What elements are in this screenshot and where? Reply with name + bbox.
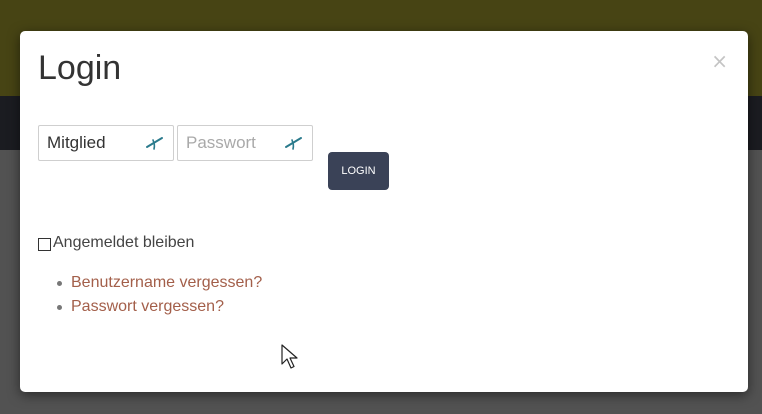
pen-icon — [285, 137, 302, 150]
remember-label: Angemeldet bleiben — [53, 234, 195, 251]
list-item: Benutzername vergessen? — [54, 271, 262, 295]
login-button[interactable]: LOGIN — [328, 152, 389, 190]
pen-icon — [146, 137, 163, 150]
list-item: Passwort vergessen? — [54, 295, 262, 319]
member-field[interactable] — [38, 125, 174, 161]
login-modal: Login × LOGIN Angemeldet bleiben Benutze… — [20, 31, 748, 392]
help-links: Benutzername vergessen? Passwort vergess… — [54, 271, 262, 319]
member-input[interactable] — [39, 126, 147, 160]
mouse-cursor-icon — [281, 344, 298, 369]
remember-checkbox[interactable] — [38, 238, 51, 251]
password-input[interactable] — [178, 126, 286, 160]
remember-me[interactable]: Angemeldet bleiben — [38, 234, 194, 252]
forgot-username-link[interactable]: Benutzername vergessen? — [71, 274, 262, 291]
forgot-password-link[interactable]: Passwort vergessen? — [71, 298, 224, 315]
close-button[interactable]: × — [711, 49, 728, 73]
password-field[interactable] — [177, 125, 313, 161]
modal-title: Login — [38, 49, 122, 87]
